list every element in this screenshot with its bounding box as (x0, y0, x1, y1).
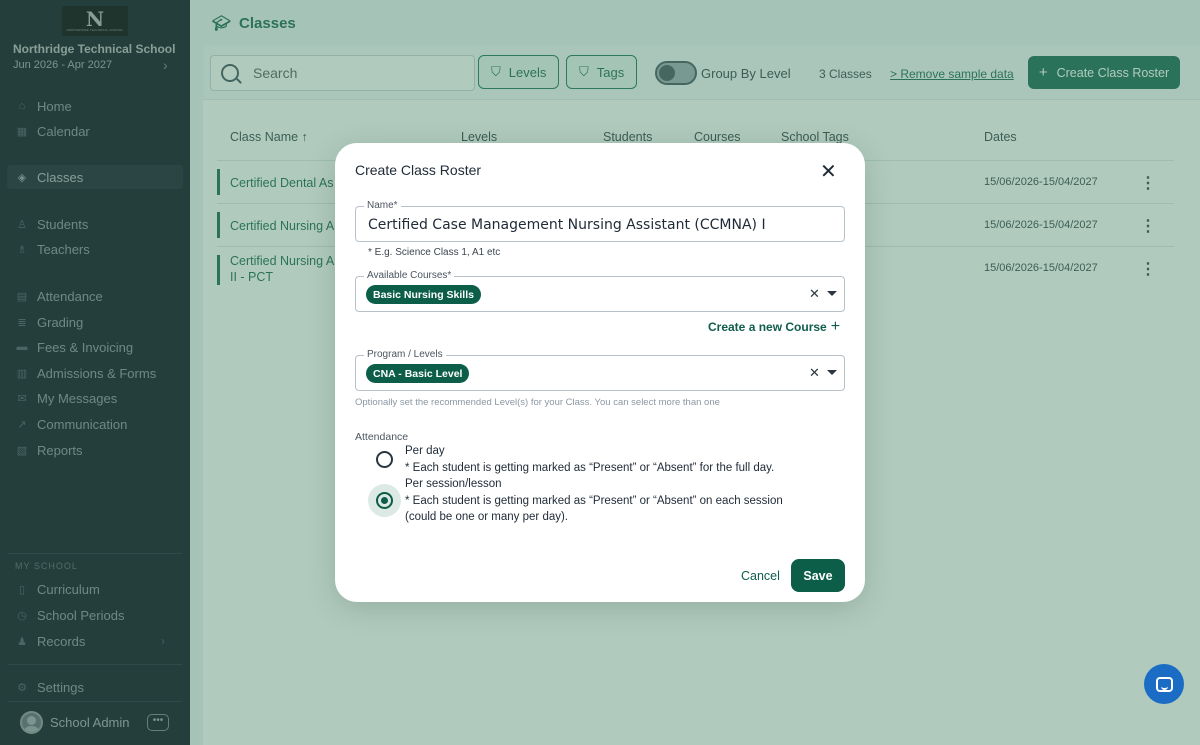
option-description: * Each student is getting marked as “Pre… (405, 494, 783, 507)
clear-icon[interactable]: ✕ (809, 286, 820, 302)
field-legend: Name* (364, 200, 401, 211)
cancel-button[interactable]: Cancel (741, 569, 780, 583)
option-description: * Each student is getting marked as “Pre… (405, 461, 775, 474)
chat-button[interactable] (1144, 664, 1184, 704)
chevron-down-icon[interactable] (827, 370, 837, 375)
chevron-down-icon[interactable] (827, 291, 837, 296)
program-levels-select[interactable]: Program / Levels CNA - Basic Level ✕ (355, 349, 845, 391)
field-legend: Available Courses* (364, 270, 455, 281)
clear-icon[interactable]: ✕ (809, 365, 820, 381)
per-session-radio[interactable] (376, 492, 393, 509)
option-title: Per session/lesson (405, 478, 502, 490)
save-button[interactable]: Save (791, 559, 845, 592)
field-legend: Program / Levels (364, 349, 446, 360)
create-course-link[interactable]: Create a new Course + (708, 318, 840, 336)
level-tag[interactable]: CNA - Basic Level (366, 364, 470, 383)
plus-icon: + (830, 318, 841, 335)
chat-icon (1155, 676, 1173, 692)
option-description: (could be one or many per day). (405, 511, 569, 523)
create-class-roster-dialog: Create Class Roster ✕ Name* Certified Ca… (335, 143, 865, 602)
per-day-option[interactable]: Per day * Each student is getting marked… (405, 443, 774, 476)
sidebar-dim (0, 0, 190, 745)
option-title: Per day (405, 445, 445, 457)
dialog-title: Create Class Roster (355, 162, 482, 178)
attendance-label: Attendance (355, 431, 409, 443)
close-icon[interactable]: ✕ (820, 159, 837, 184)
course-tag[interactable]: Basic Nursing Skills (366, 285, 481, 304)
class-name-input[interactable]: Certified Case Management Nursing Assist… (368, 217, 766, 233)
available-courses-select[interactable]: Available Courses* Basic Nursing Skills … (355, 270, 845, 312)
create-course-label: Create a new Course (708, 320, 827, 334)
per-session-option[interactable]: Per session/lesson * Each student is get… (405, 476, 783, 526)
per-day-radio[interactable] (376, 451, 393, 468)
levels-hint: Optionally set the recommended Level(s) … (355, 397, 720, 408)
class-name-field[interactable]: Name* Certified Case Management Nursing … (355, 200, 845, 242)
name-hint: * E.g. Science Class 1, A1 etc (368, 247, 501, 258)
